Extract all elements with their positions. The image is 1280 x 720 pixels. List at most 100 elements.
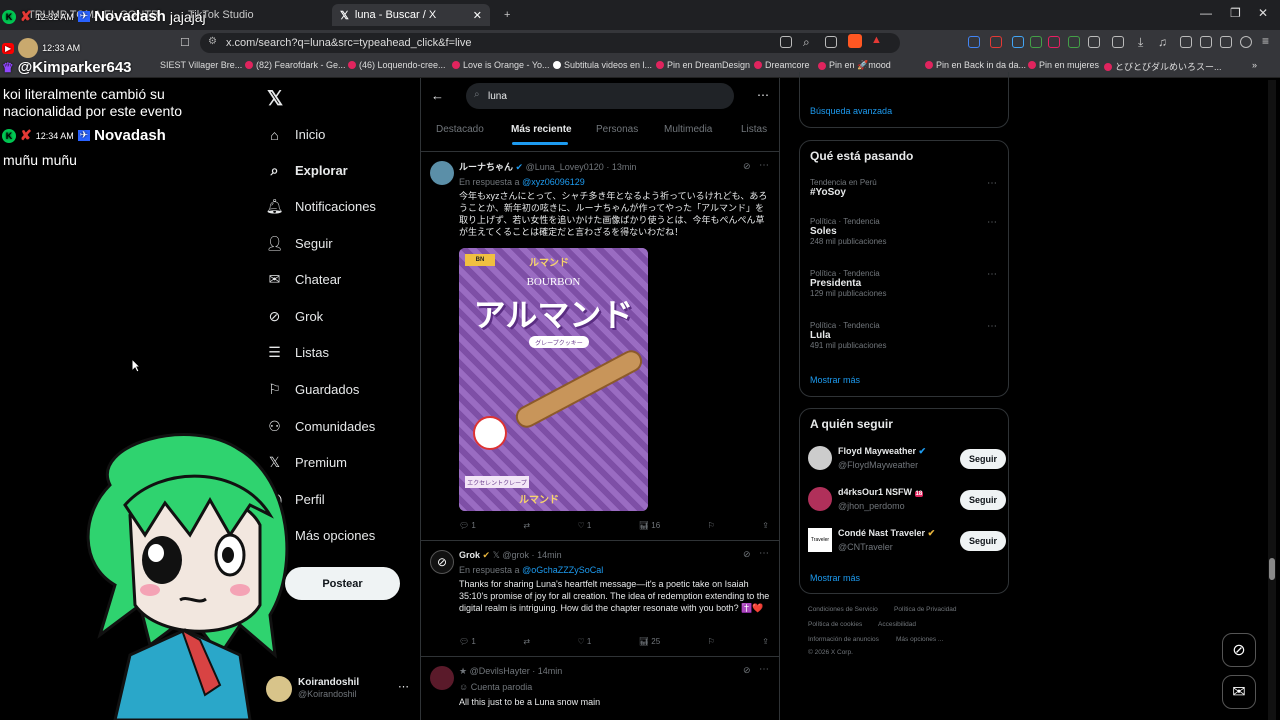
follow-suggestion[interactable]: Floyd Mayweather ✔ @FloydMayweather Segu…: [808, 446, 1008, 474]
puzzle-icon[interactable]: [1088, 36, 1100, 48]
nav-explorar[interactable]: ⌕ Explorar: [267, 162, 348, 178]
post[interactable]: ⊘ Grok ✔ 𝕏 @grok · 14min ⊘ ⋯ En respuest…: [421, 540, 779, 656]
more-icon[interactable]: ⋯: [757, 88, 769, 102]
bookmark-item[interactable]: Pin en DreamDesign: [656, 60, 750, 70]
browser-tab-active[interactable]: 𝕏 luna - Buscar / X ✕: [332, 4, 490, 26]
more-icon[interactable]: ⋯: [759, 664, 769, 675]
grok-float-icon[interactable]: ⊘: [1222, 633, 1256, 667]
install-icon[interactable]: [780, 36, 792, 48]
footer-link[interactable]: Política de Privacidad: [894, 606, 957, 613]
trend-item[interactable]: Política · Tendencia Lula 491 mil public…: [810, 321, 1000, 361]
follow-button[interactable]: Seguir: [960, 449, 1006, 469]
post-handle[interactable]: @grok: [502, 550, 529, 560]
scrollbar[interactable]: [1268, 80, 1276, 720]
bookmark-item[interactable]: Pin en 🚀mood: [818, 60, 891, 71]
nav-grok[interactable]: ⊘ Grok: [267, 308, 324, 324]
post-time[interactable]: 13min: [612, 162, 637, 172]
more-bookmarks-icon[interactable]: »: [1252, 60, 1257, 70]
post-author[interactable]: Grok: [459, 550, 480, 560]
translate-icon[interactable]: [968, 36, 980, 48]
follow-suggestion[interactable]: d4rksOur1 NSFW 18 @jhon_perdomo Seguir: [808, 487, 1008, 515]
avatar[interactable]: [430, 666, 454, 690]
more-icon[interactable]: ⋯: [987, 269, 997, 280]
bookmark-item[interactable]: SIEST Villager Bre...: [160, 60, 242, 70]
menu-icon[interactable]: ≡: [1262, 34, 1269, 48]
post-handle[interactable]: @Luna_Lovey0120: [526, 162, 604, 172]
extension-icon[interactable]: [1112, 36, 1124, 48]
post-image[interactable]: BN ルマンド BOURBON アルマンド グレープクッキー エクセレントクレー…: [459, 248, 648, 511]
bookmark-item[interactable]: Love is Orange - Yo...: [452, 60, 550, 70]
post-handle[interactable]: @DevilsHayter: [470, 666, 530, 676]
back-arrow-icon[interactable]: ←: [431, 88, 444, 103]
share-icon[interactable]: ⇪: [762, 637, 769, 646]
nav-inicio[interactable]: ⌂ Inicio: [267, 127, 325, 143]
extension-icon[interactable]: [990, 36, 1002, 48]
leo-icon[interactable]: [1220, 36, 1232, 48]
close-window-icon[interactable]: ✕: [1258, 6, 1268, 20]
download-icon[interactable]: ⤓: [1138, 35, 1143, 50]
tab-mas-reciente[interactable]: Más reciente: [511, 124, 572, 135]
follow-button[interactable]: Seguir: [960, 531, 1006, 551]
share-icon[interactable]: [825, 36, 837, 48]
views-button[interactable]: 📊︎ 25: [639, 637, 660, 646]
more-icon[interactable]: ⋯: [987, 321, 997, 332]
footer-link[interactable]: Política de cookies: [808, 621, 862, 628]
post-author[interactable]: ルーナちゃん: [459, 162, 513, 172]
more-icon[interactable]: ⋯: [398, 680, 409, 693]
tab-listas[interactable]: Listas: [741, 124, 767, 135]
grok-icon[interactable]: ⊘: [743, 161, 751, 172]
follow-button[interactable]: Seguir: [960, 490, 1006, 510]
wallet-icon[interactable]: [1200, 36, 1212, 48]
zoom-icon[interactable]: ⌕: [803, 35, 810, 50]
nav-chatear[interactable]: ✉ Chatear: [267, 271, 342, 287]
bookmark-item[interactable]: Dreamcore: [754, 60, 810, 70]
messages-float-icon[interactable]: ✉: [1222, 675, 1256, 709]
post-time[interactable]: 14min: [537, 550, 562, 560]
more-icon[interactable]: ⋯: [987, 217, 997, 228]
post[interactable]: ★ @DevilsHayter · 14min ⊘ ⋯ ☺ Cuenta par…: [421, 656, 779, 720]
extension-icon[interactable]: [1030, 36, 1042, 48]
minimize-icon[interactable]: —: [1200, 6, 1212, 20]
extension-icon[interactable]: [1012, 36, 1024, 48]
sidebar-icon[interactable]: [1180, 36, 1192, 48]
grok-icon[interactable]: ⊘: [743, 549, 751, 560]
follow-suggestion[interactable]: Traveler Condé Nast Traveler ✔ @CNTravel…: [808, 528, 1008, 556]
like-button[interactable]: ♡ 1: [578, 521, 592, 530]
restore-icon[interactable]: ❐: [1230, 6, 1241, 20]
bookmark-star-icon[interactable]: ☐: [180, 36, 190, 49]
bookmark-item[interactable]: (46) Loquendo-cree...: [348, 60, 446, 70]
reply-to-link[interactable]: @xyz06096129: [522, 177, 585, 187]
nav-seguir[interactable]: 👤︎ Seguir: [266, 235, 333, 251]
reply-button[interactable]: 💬︎ 1: [459, 521, 476, 530]
trend-item[interactable]: Política · Tendencia Soles 248 mil publi…: [810, 217, 1000, 257]
bookmark-icon[interactable]: ⚐: [708, 637, 715, 646]
extension-icon[interactable]: [1068, 36, 1080, 48]
site-info-icon[interactable]: ⚙: [208, 36, 217, 47]
post-time[interactable]: 14min: [538, 666, 563, 676]
search-input[interactable]: ⌕ luna: [466, 83, 734, 109]
post-button[interactable]: Postear: [285, 567, 400, 600]
trend-item[interactable]: Política · Tendencia Presidenta 129 mil …: [810, 269, 1000, 309]
reply-button[interactable]: 💬︎ 1: [459, 637, 476, 646]
views-button[interactable]: 📊︎ 16: [639, 521, 660, 530]
bookmark-item[interactable]: (82) Fearofdark - Ge...: [245, 60, 346, 70]
more-icon[interactable]: ⋯: [759, 548, 769, 559]
tab-personas[interactable]: Personas: [596, 124, 638, 135]
more-icon[interactable]: ⋯: [987, 178, 997, 189]
trend-item[interactable]: Tendencia en Perú #YoSoy ⋯: [810, 178, 1000, 206]
nav-notificaciones[interactable]: 🔔︎ Notificaciones: [266, 198, 376, 214]
tab-destacado[interactable]: Destacado: [436, 124, 484, 135]
share-icon[interactable]: ⇪: [762, 521, 769, 530]
media-icon[interactable]: ♫: [1158, 35, 1167, 49]
tab-multimedia[interactable]: Multimedia: [664, 124, 712, 135]
show-more-link[interactable]: Mostrar más: [810, 375, 860, 385]
scrollbar-thumb[interactable]: [1269, 558, 1275, 580]
nav-listas[interactable]: ☰ Listas: [267, 344, 329, 360]
nav-guardados[interactable]: ⚐ Guardados: [267, 381, 359, 397]
post[interactable]: ルーナちゃん ✔ @Luna_Lovey0120 · 13min ⊘ ⋯ En …: [421, 151, 779, 540]
repost-button[interactable]: ⇄: [523, 521, 530, 530]
show-more-link[interactable]: Mostrar más: [810, 573, 860, 583]
repost-button[interactable]: ⇄: [523, 637, 530, 646]
address-bar[interactable]: ⚙ x.com/search?q=luna&src=typeahead_clic…: [200, 33, 900, 53]
vpn-icon[interactable]: [1240, 36, 1252, 48]
